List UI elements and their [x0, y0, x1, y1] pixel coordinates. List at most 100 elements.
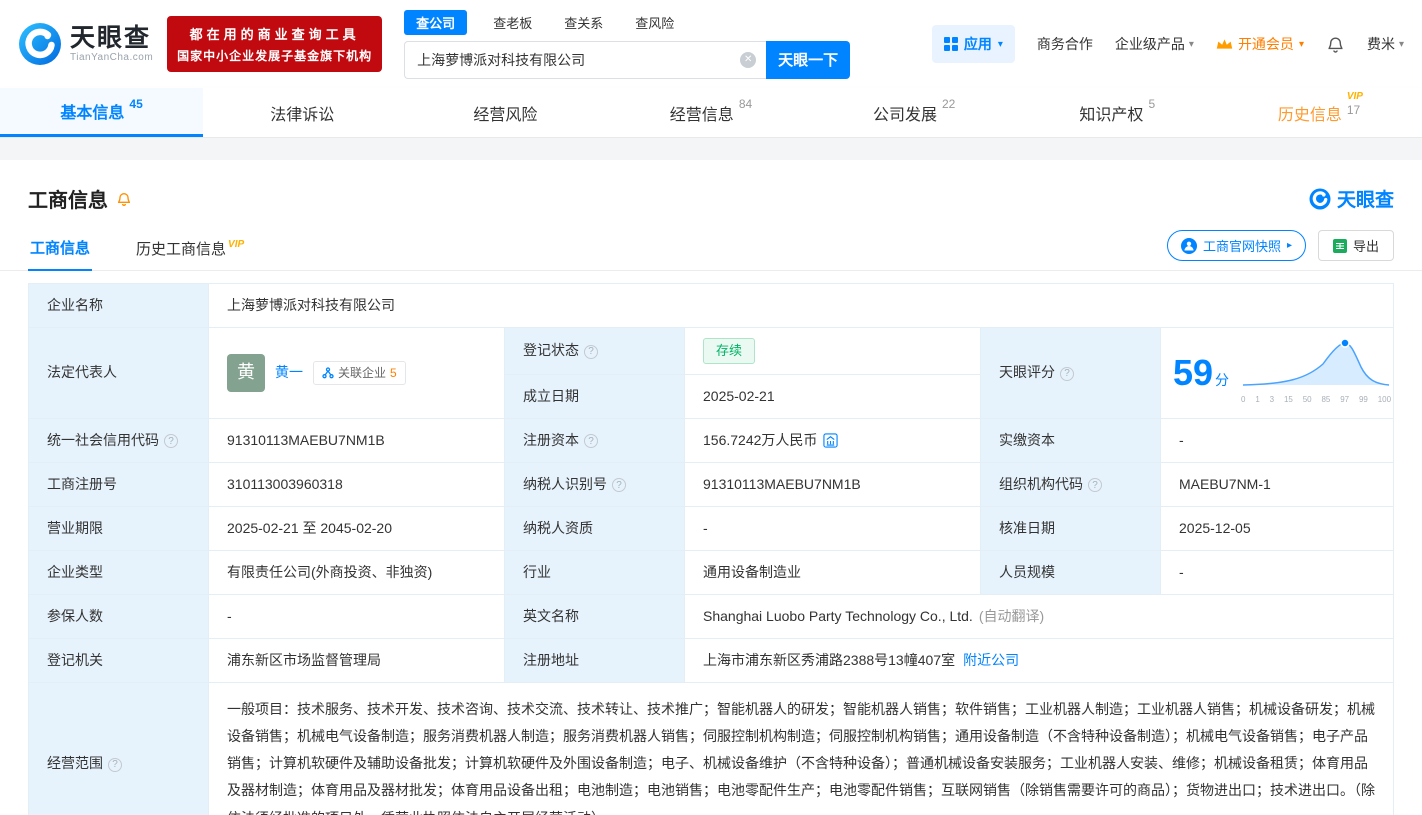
username-label: 费米 [1366, 36, 1395, 52]
tab-label: 经营风险 [473, 106, 538, 124]
score-axis: 0 1 3 15 50 85 97 99 100 [1241, 395, 1392, 405]
app-menu-button[interactable]: 应用 ▾ [931, 25, 1015, 63]
tab-count: 22 [941, 97, 956, 111]
grid-icon [943, 37, 958, 51]
reg-address-label: 注册地址 [504, 637, 685, 683]
bell-icon [1328, 37, 1343, 53]
header: 天眼查 TianYanCha.com 都在用的商业查询工具 国家中小企业发展子基… [0, 0, 1422, 88]
caret-down-icon: ▾ [997, 38, 1003, 50]
org-code-label: 组织机构代码? [980, 461, 1161, 507]
score-unit: 分 [1215, 371, 1230, 388]
search-tab-relation[interactable]: 查关系 [558, 10, 609, 35]
tab-company-development[interactable]: 公司发展 22 [813, 88, 1016, 137]
reg-authority-label: 登记机关 [28, 637, 209, 683]
approval-date-value: 2025-12-05 [1160, 505, 1394, 551]
insured-count-label: 参保人数 [28, 593, 209, 639]
tab-label: 历史信息 [1277, 106, 1342, 124]
page-gap [0, 138, 1422, 160]
reg-status-label: 登记状态? [504, 327, 685, 375]
search-tab-risk[interactable]: 查风险 [629, 10, 680, 35]
auto-translate-note: (自动翻译) [978, 607, 1045, 624]
clear-icon[interactable]: ✕ [740, 51, 757, 68]
industry-label: 行业 [504, 549, 685, 595]
vip-upgrade-link[interactable]: 开通会员 ▾ [1216, 34, 1304, 54]
industry-value: 通用设备制造业 [684, 549, 981, 595]
notification-button[interactable] [1326, 35, 1345, 54]
subtab-history-business-info[interactable]: 历史工商信息 VIP [134, 230, 246, 270]
tab-intellectual-property[interactable]: 知识产权 5 [1016, 88, 1219, 137]
biz-coop-link[interactable]: 商务合作 [1037, 34, 1093, 54]
capital-assessment-icon[interactable] [823, 432, 839, 448]
tab-label: 公司发展 [872, 106, 937, 124]
tianyancha-watermark: 天眼查 [1309, 185, 1394, 212]
reg-authority-value: 浦东新区市场监督管理局 [208, 637, 505, 683]
enterprise-product-link[interactable]: 企业级产品 ▾ [1115, 34, 1194, 54]
search-tab-company[interactable]: 查公司 [404, 9, 468, 35]
paid-capital-label: 实缴资本 [980, 417, 1161, 463]
reg-address-value: 上海市浦东新区秀浦路2388号13幢407室 附近公司 [684, 637, 1394, 683]
help-icon[interactable]: ? [612, 478, 626, 492]
caret-down-icon: ▾ [1398, 38, 1404, 50]
tab-count: 45 [129, 97, 143, 111]
status-badge: 存续 [703, 338, 756, 364]
crown-icon [1216, 39, 1233, 49]
company-name-label: 企业名称 [28, 283, 209, 328]
help-icon[interactable]: ? [108, 757, 122, 772]
caret-down-icon: ▾ [1298, 38, 1304, 50]
help-icon[interactable]: ? [584, 344, 598, 359]
search-input[interactable] [405, 51, 767, 68]
tab-count: 17 [1346, 103, 1361, 117]
tab-basic-info[interactable]: 基本信息 45 [0, 88, 204, 137]
tab-legal-cases[interactable]: 法律诉讼 [203, 88, 406, 137]
taxpayer-quality-value: - [684, 505, 981, 551]
business-info-table: 企业名称 上海萝博派对科技有限公司 法定代表人 黄 黄一 关联企业 5 登记状态… [28, 283, 1394, 815]
reg-capital-label: 注册资本? [504, 417, 685, 463]
brand-domain: TianYanCha.com [70, 52, 154, 64]
official-snapshot-button[interactable]: 工商官网快照 ▸ [1166, 230, 1306, 261]
help-icon[interactable]: ? [1088, 478, 1102, 492]
search-button[interactable]: 天眼一下 [766, 40, 851, 79]
tab-count: 84 [738, 97, 753, 111]
monitor-bell-icon[interactable] [116, 191, 132, 207]
tab-operation-info[interactable]: 经营信息 84 [609, 88, 812, 137]
score-value[interactable]: 59 分 0 1 3 15 50 85 97 99 100 [1160, 327, 1394, 419]
app-menu-label: 应用 [963, 36, 992, 52]
tab-history-info[interactable]: 历史信息 VIP 17 [1219, 88, 1422, 137]
tab-label: 基本信息 [60, 105, 125, 122]
related-companies-badge[interactable]: 关联企业 5 [313, 360, 406, 385]
taxpayer-id-label: 纳税人识别号? [504, 461, 685, 507]
biz-coop-label: 商务合作 [1036, 36, 1093, 52]
slogan-banner: 都在用的商业查询工具 国家中小企业发展子基金旗下机构 [167, 16, 383, 72]
company-name-value: 上海萝博派对科技有限公司 [208, 283, 1394, 328]
taxpayer-quality-label: 纳税人资质 [504, 505, 685, 551]
reg-number-label: 工商注册号 [28, 461, 209, 507]
approval-date-label: 核准日期 [980, 505, 1161, 551]
legal-rep-link[interactable]: 黄一 [275, 362, 303, 383]
staff-size-value: - [1160, 549, 1394, 595]
page: 天眼查 TianYanCha.com 都在用的商业查询工具 国家中小企业发展子基… [0, 0, 1422, 815]
tianyancha-logo[interactable]: 天眼查 TianYanCha.com [18, 22, 153, 66]
export-button[interactable]: 导出 [1317, 230, 1394, 261]
nearby-companies-link[interactable]: 附近公司 [963, 652, 1019, 668]
enterprise-product-label: 企业级产品 [1114, 36, 1185, 52]
subtab-business-info[interactable]: 工商信息 [28, 229, 93, 271]
search-tab-boss[interactable]: 查老板 [487, 10, 538, 35]
search-box: ✕ [404, 40, 767, 79]
score-marker-dot [1340, 338, 1350, 348]
slogan-line-2: 国家中小企业发展子基金旗下机构 [177, 49, 373, 63]
help-icon[interactable]: ? [1060, 366, 1074, 381]
business-scope-label: 经营范围? [28, 681, 209, 815]
legal-rep-avatar[interactable]: 黄 [227, 353, 265, 392]
score-number: 59 [1173, 351, 1214, 393]
brand-name: 天眼查 [70, 23, 152, 52]
help-icon[interactable]: ? [584, 434, 598, 448]
top-navigation: 应用 ▾ 商务合作 企业级产品 ▾ 开通会员 ▾ 费米 ▾ [931, 25, 1404, 63]
org-code-value: MAEBU7NM-1 [1160, 461, 1394, 507]
user-menu[interactable]: 费米 ▾ [1367, 34, 1404, 54]
main-tab-bar: 基本信息 45 法律诉讼 经营风险 经营信息 84 公司发展 22 知识产权 5… [0, 88, 1422, 138]
reg-status-value: 存续 [684, 327, 981, 375]
tab-operation-risk[interactable]: 经营风险 [406, 88, 609, 137]
tab-label: 经营信息 [669, 106, 734, 124]
vip-badge: VIP [1346, 91, 1363, 102]
help-icon[interactable]: ? [164, 434, 178, 448]
